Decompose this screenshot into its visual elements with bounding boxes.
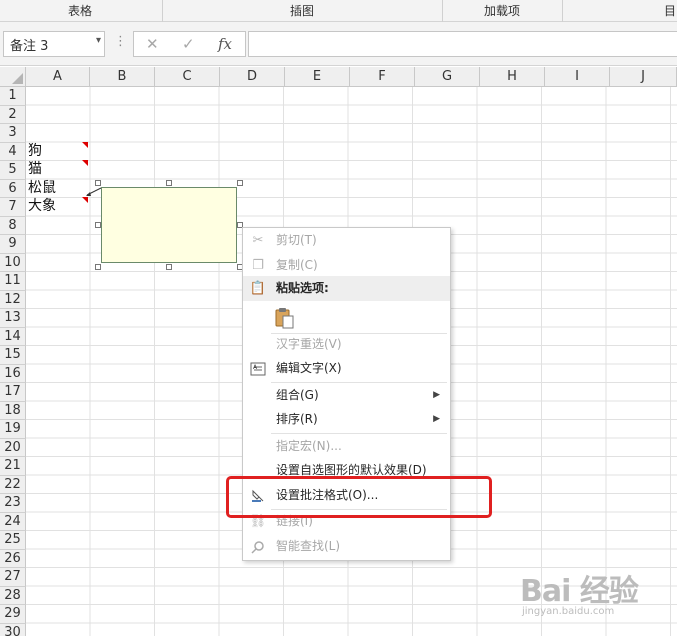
copy-icon: ❐: [252, 258, 264, 273]
row-header-22[interactable]: 22: [0, 475, 26, 494]
ribbon-group-illustrations: 插图: [289, 4, 314, 18]
cell-a6[interactable]: 松鼠: [28, 179, 56, 198]
edit-text-icon: A: [249, 356, 267, 381]
column-headers: ABCDEFGHIJ: [26, 67, 677, 87]
formula-bar: 备注 3 ▾ ⋮ ✕ ✓ fx: [0, 22, 677, 66]
column-header-e[interactable]: E: [285, 67, 350, 87]
comment-indicator: [82, 142, 88, 148]
row-header-7[interactable]: 7: [0, 198, 26, 217]
menu-item-edit-text[interactable]: A 编辑文字(X): [243, 356, 450, 381]
resize-handle[interactable]: [95, 264, 101, 270]
row-header-15[interactable]: 15: [0, 346, 26, 365]
enter-icon[interactable]: ✓: [182, 35, 195, 53]
cell-a4[interactable]: 狗: [28, 142, 42, 161]
row-header-29[interactable]: 29: [0, 605, 26, 624]
scissors-icon: ✂: [252, 233, 264, 248]
resize-handle[interactable]: [237, 180, 243, 186]
row-header-10[interactable]: 10: [0, 253, 26, 272]
insert-function-icon[interactable]: fx: [218, 35, 232, 53]
column-header-b[interactable]: B: [90, 67, 155, 87]
menu-item-cut[interactable]: ✂ 剪切(T): [243, 228, 450, 253]
ribbon-group-tables: 表格: [67, 4, 92, 18]
row-header-8[interactable]: 8: [0, 216, 26, 235]
chevron-down-icon[interactable]: ▾: [96, 35, 101, 46]
menu-paste-options-header: 📋 粘贴选项:: [243, 276, 450, 301]
row-header-25[interactable]: 25: [0, 531, 26, 550]
row-header-27[interactable]: 27: [0, 568, 26, 587]
name-box[interactable]: 备注 3 ▾: [3, 31, 105, 57]
smart-lookup-icon: [249, 534, 267, 559]
menu-item-reconvert[interactable]: 汉字重选(V): [243, 332, 450, 357]
row-header-6[interactable]: 6: [0, 179, 26, 198]
menu-item-smart-lookup[interactable]: 智能查找(L): [243, 534, 450, 559]
ribbon-group-labels: 表格 插图 加载项 目: [0, 0, 677, 22]
clipboard-icon: 📋: [249, 281, 267, 296]
row-headers: 1 2 3 4 5 6 7 8 9 10 11 12 13 14 15 16 17 18 19 20 21 22 23 24 2…: [0, 87, 26, 636]
highlight-box: [226, 476, 492, 518]
row-header-13[interactable]: 13: [0, 309, 26, 328]
select-all-triangle-icon: [12, 73, 23, 84]
row-header-24[interactable]: 24: [0, 512, 26, 531]
row-header-9[interactable]: 9: [0, 235, 26, 254]
row-header-20[interactable]: 20: [0, 438, 26, 457]
comment-box[interactable]: [101, 187, 237, 263]
column-header-h[interactable]: H: [480, 67, 545, 87]
resize-handle[interactable]: [95, 180, 101, 186]
row-header-3[interactable]: 3: [0, 124, 26, 143]
ribbon-group-partial: 目: [663, 4, 676, 18]
column-header-c[interactable]: C: [155, 67, 220, 87]
cancel-icon[interactable]: ✕: [146, 35, 159, 53]
row-header-18[interactable]: 18: [0, 401, 26, 420]
watermark: Bai 经验 jingyan.baidu.com: [520, 566, 670, 632]
row-header-23[interactable]: 23: [0, 494, 26, 513]
watermark-url: jingyan.baidu.com: [522, 606, 615, 617]
cell-a5[interactable]: 猫: [28, 160, 42, 179]
row-header-28[interactable]: 28: [0, 586, 26, 605]
row-header-4[interactable]: 4: [0, 142, 26, 161]
row-header-1[interactable]: 1: [0, 87, 26, 106]
submenu-arrow-icon: ▶: [433, 414, 440, 424]
ribbon-group-addins: 加载项: [483, 4, 520, 18]
column-header-j[interactable]: J: [610, 67, 677, 87]
row-header-12[interactable]: 12: [0, 290, 26, 309]
column-header-g[interactable]: G: [415, 67, 480, 87]
watermark-logo: Bai 经验: [520, 574, 639, 609]
menu-item-copy[interactable]: ❐ 复制(C): [243, 253, 450, 278]
formula-input[interactable]: [248, 31, 677, 57]
menu-item-group[interactable]: 组合(G) ▶: [243, 383, 450, 408]
resize-handle[interactable]: [166, 264, 172, 270]
column-header-i[interactable]: I: [545, 67, 610, 87]
row-header-17[interactable]: 17: [0, 383, 26, 402]
column-header-a[interactable]: A: [26, 67, 90, 87]
menu-item-order[interactable]: 排序(R) ▶: [243, 407, 450, 432]
row-header-14[interactable]: 14: [0, 327, 26, 346]
row-header-26[interactable]: 26: [0, 549, 26, 568]
row-header-2[interactable]: 2: [0, 105, 26, 124]
row-header-21[interactable]: 21: [0, 457, 26, 476]
more-options-icon: ⋮: [114, 34, 127, 49]
submenu-arrow-icon: ▶: [433, 390, 440, 400]
resize-handle[interactable]: [166, 180, 172, 186]
row-header-16[interactable]: 16: [0, 364, 26, 383]
row-header-5[interactable]: 5: [0, 161, 26, 180]
paste-icon[interactable]: [275, 307, 295, 329]
formula-buttons: ✕ ✓ fx: [133, 31, 246, 57]
row-header-30[interactable]: 30: [0, 623, 26, 636]
name-box-value: 备注 3: [10, 39, 49, 54]
ribbon-separator: [562, 0, 563, 22]
column-header-f[interactable]: F: [350, 67, 415, 87]
column-header-d[interactable]: D: [220, 67, 285, 87]
row-header-19[interactable]: 19: [0, 420, 26, 439]
menu-item-assign-macro[interactable]: 指定宏(N)...: [243, 434, 450, 459]
resize-handle[interactable]: [95, 222, 101, 228]
cell-a7[interactable]: 大象: [28, 197, 56, 216]
comment-indicator: [82, 160, 88, 166]
row-header-11[interactable]: 11: [0, 272, 26, 291]
select-all-corner[interactable]: [0, 67, 26, 87]
